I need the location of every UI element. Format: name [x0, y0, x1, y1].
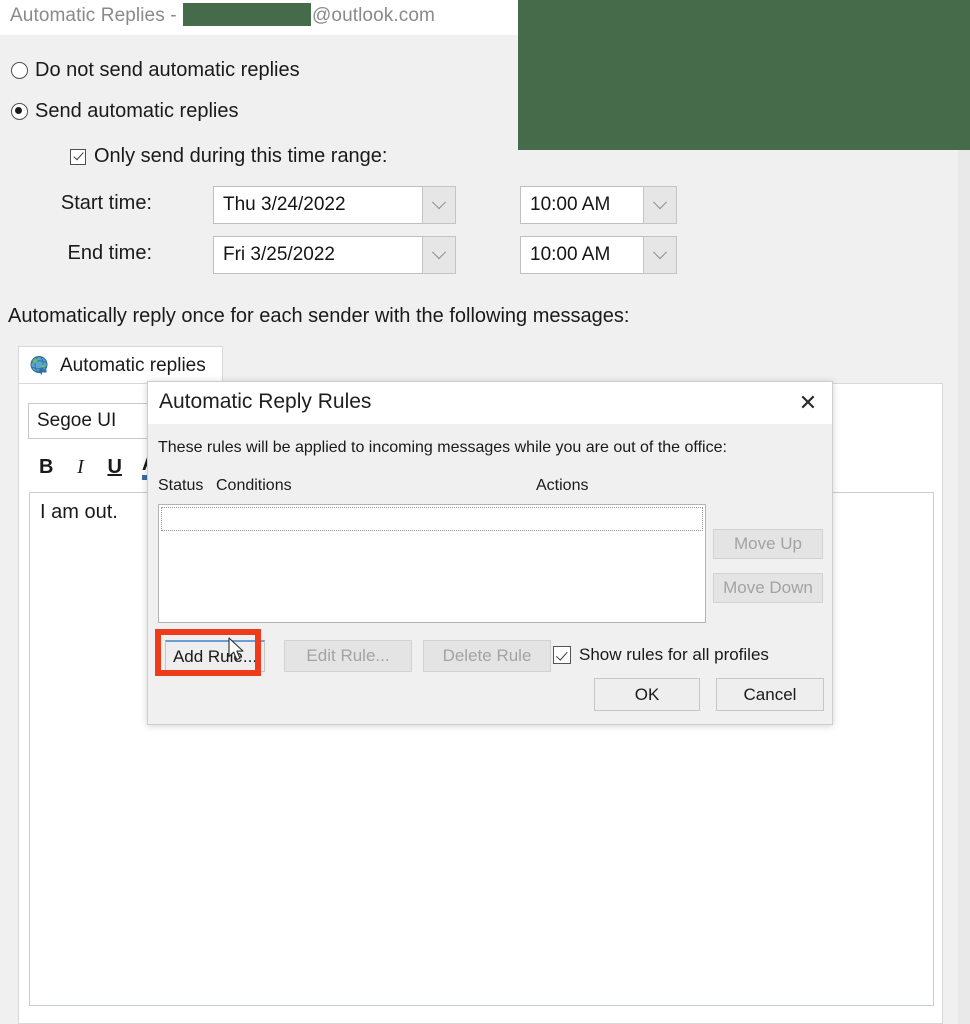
chevron-down-icon[interactable]	[643, 236, 677, 274]
dialog-title: Automatic Reply Rules	[159, 390, 372, 413]
radio-label: Send automatic replies	[35, 100, 239, 122]
automatic-reply-rules-dialog: Automatic Reply Rules ✕ These rules will…	[147, 381, 833, 725]
window-titlebar: Automatic Replies - @outlook.com	[0, 0, 518, 35]
column-header-actions: Actions	[536, 477, 589, 494]
checkbox-checked-icon	[70, 148, 86, 165]
editor-tab-strip: Automatic replies	[18, 346, 943, 384]
rules-column-headers: Status Conditions Actions	[158, 477, 718, 499]
move-up-button[interactable]: Move Up	[713, 529, 823, 559]
window-title-domain: @outlook.com	[312, 5, 435, 26]
move-down-button[interactable]: Move Down	[713, 573, 823, 603]
dialog-description: These rules will be applied to incoming …	[158, 439, 727, 456]
underline-button[interactable]: U	[107, 457, 121, 477]
checkbox-show-rules-for-all-profiles[interactable]: Show rules for all profiles	[553, 645, 769, 665]
chevron-down-icon[interactable]	[643, 186, 677, 224]
automatic-replies-window: Automatic Replies - @outlook.com Do not …	[0, 0, 970, 1024]
edit-rule-button[interactable]: Edit Rule...	[284, 640, 412, 672]
formatting-toolbar: B I U A	[39, 450, 157, 484]
close-icon[interactable]: ✕	[792, 388, 824, 418]
dialog-titlebar: Automatic Reply Rules ✕	[148, 382, 832, 424]
right-gutter	[958, 150, 970, 1024]
tab-label: Automatic replies	[60, 354, 206, 376]
window-title-prefix: Automatic Replies -	[10, 5, 183, 26]
end-time-value[interactable]: 10:00 AM	[520, 236, 643, 274]
radio-send-automatic-replies[interactable]: Send automatic replies	[11, 100, 238, 123]
redacted-email-bar	[183, 3, 312, 26]
checkbox-label: Only send during this time range:	[94, 145, 388, 167]
end-time-label: End time:	[67, 242, 152, 264]
checkbox-label: Show rules for all profiles	[579, 645, 769, 664]
delete-rule-button[interactable]: Delete Rule	[423, 640, 551, 672]
cancel-button[interactable]: Cancel	[716, 678, 824, 711]
start-date-combobox[interactable]: Thu 3/24/2022	[213, 186, 456, 224]
add-rule-button[interactable]: Add Rule...	[165, 640, 265, 672]
radio-label: Do not send automatic replies	[35, 59, 300, 81]
end-date-combobox[interactable]: Fri 3/25/2022	[213, 236, 456, 274]
chevron-down-icon[interactable]	[422, 186, 456, 224]
radio-do-not-send-automatic-replies[interactable]: Do not send automatic replies	[11, 59, 300, 82]
end-date-value[interactable]: Fri 3/25/2022	[213, 236, 422, 274]
end-time-combobox[interactable]: 10:00 AM	[520, 236, 677, 274]
column-header-status: Status	[158, 477, 204, 494]
rules-listbox[interactable]	[158, 504, 706, 623]
start-time-label: Start time:	[60, 192, 152, 214]
start-time-value[interactable]: 10:00 AM	[520, 186, 643, 224]
italic-button[interactable]: I	[73, 457, 87, 477]
start-time-combobox[interactable]: 10:00 AM	[520, 186, 677, 224]
window-title: Automatic Replies - @outlook.com	[10, 3, 435, 27]
auto-reply-note: Automatically reply once for each sender…	[8, 305, 630, 327]
rules-focus-row[interactable]	[161, 507, 703, 531]
start-date-value[interactable]: Thu 3/24/2022	[213, 186, 422, 224]
ok-button[interactable]: OK	[594, 678, 700, 711]
checkbox-checked-icon	[553, 646, 571, 664]
column-header-conditions: Conditions	[216, 477, 292, 494]
bold-button[interactable]: B	[39, 457, 53, 477]
radio-button-selected-icon	[11, 103, 28, 120]
checkbox-only-send-during-time-range[interactable]: Only send during this time range:	[70, 145, 388, 168]
radio-button-icon	[11, 62, 28, 79]
chevron-down-icon[interactable]	[422, 236, 456, 274]
globe-reply-icon	[29, 355, 51, 377]
tab-automatic-replies[interactable]: Automatic replies	[18, 346, 223, 384]
